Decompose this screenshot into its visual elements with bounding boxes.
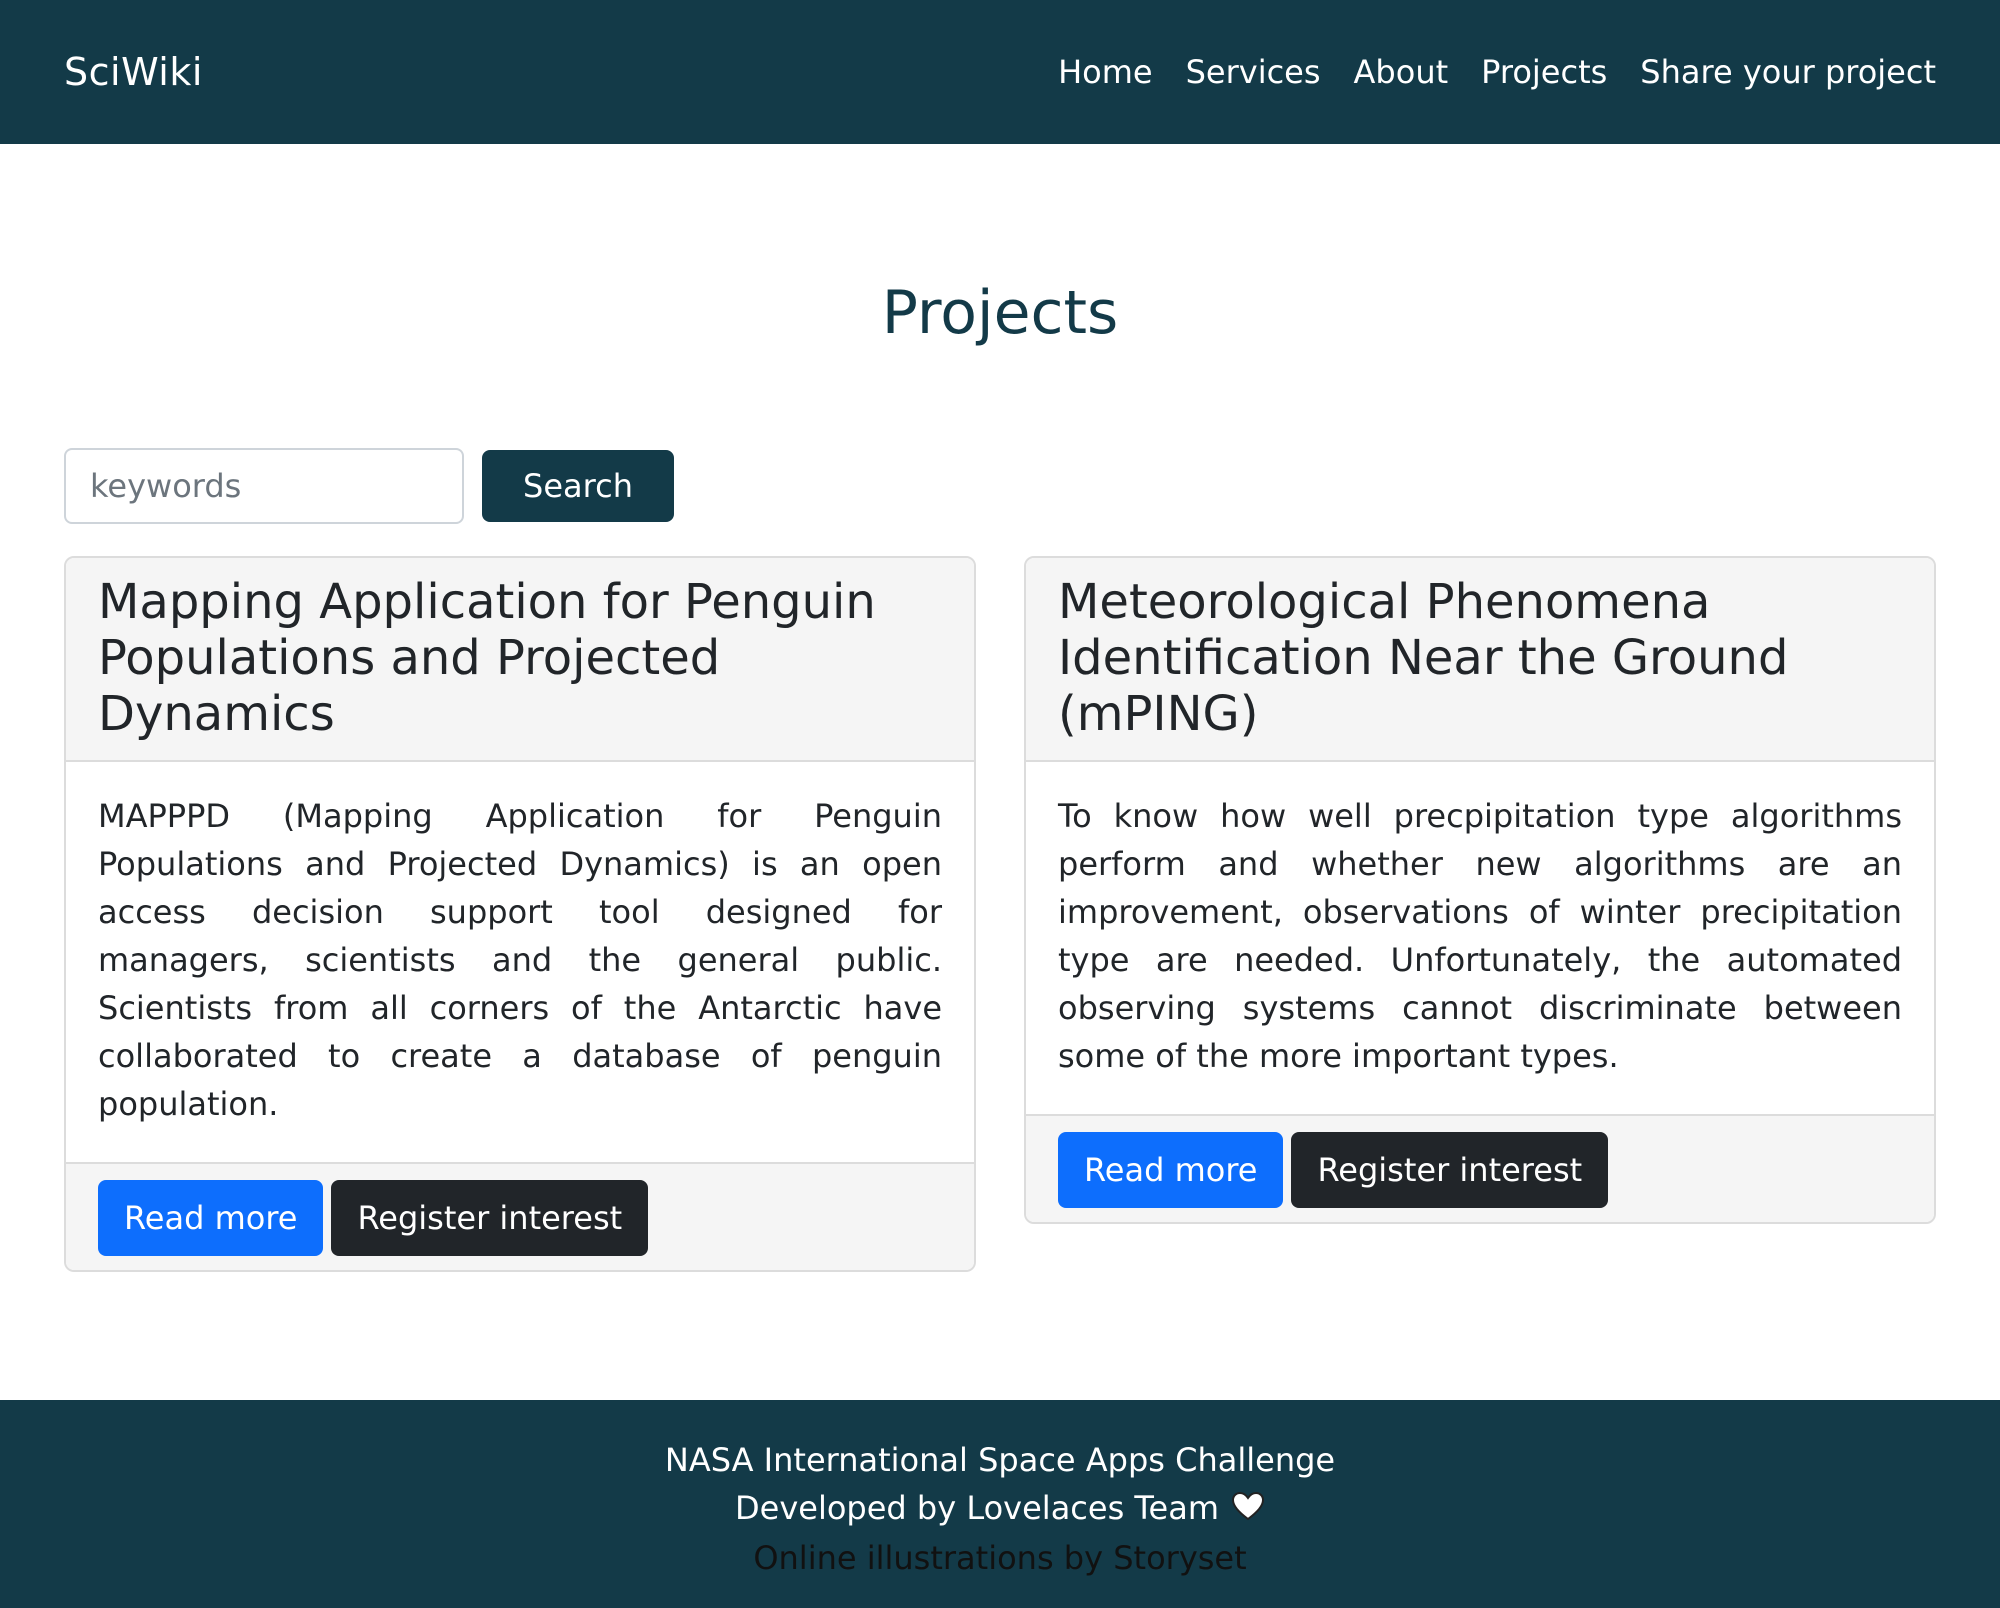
read-more-button[interactable]: Read more — [98, 1180, 324, 1256]
brand-logo[interactable]: SciWiki — [64, 50, 203, 94]
project-title: Meteorological Phenomena Identification … — [1058, 574, 1789, 742]
project-card: Meteorological Phenomena Identification … — [1024, 556, 1936, 1224]
nav-link-home[interactable]: Home — [1058, 53, 1153, 91]
search-button[interactable]: Search — [482, 450, 674, 522]
nav-links: Home Services About Projects Share your … — [1058, 53, 1936, 91]
footer-event: NASA International Space Apps Challenge — [664, 1441, 1336, 1479]
footer-team-text: Developed by Lovelaces Team — [735, 1489, 1219, 1527]
read-more-button[interactable]: Read more — [1058, 1132, 1284, 1208]
register-interest-button[interactable]: Register interest — [331, 1180, 649, 1256]
project-description: MAPPPD (Mapping Application for Penguin … — [98, 797, 942, 1123]
register-interest-button[interactable]: Register interest — [1291, 1132, 1609, 1208]
nav-link-share-project[interactable]: Share your project — [1640, 53, 1936, 91]
nav-link-projects[interactable]: Projects — [1481, 53, 1607, 91]
footer: NASA International Space Apps Challenge … — [0, 1400, 2000, 1608]
nav-link-about[interactable]: About — [1354, 53, 1449, 91]
card-header: Meteorological Phenomena Identification … — [1026, 558, 1934, 762]
navbar: SciWiki Home Services About Projects Sha… — [0, 0, 2000, 144]
nav-link-services[interactable]: Services — [1186, 53, 1321, 91]
heart-icon — [1231, 1486, 1265, 1534]
card-header: Mapping Application for Penguin Populati… — [66, 558, 974, 762]
project-description: To know how well precpipitation type alg… — [1058, 797, 1902, 1075]
project-card: Mapping Application for Penguin Populati… — [64, 556, 976, 1272]
page-title: Projects — [881, 278, 1119, 348]
search-input[interactable] — [64, 448, 464, 524]
project-title: Mapping Application for Penguin Populati… — [98, 574, 876, 742]
card-footer: Read more Register interest — [1026, 1114, 1934, 1222]
footer-team: Developed by Lovelaces Team — [0, 1484, 2000, 1534]
footer-credit-link[interactable]: Online illustrations by Storyset — [0, 1534, 2000, 1582]
card-footer: Read more Register interest — [66, 1162, 974, 1270]
